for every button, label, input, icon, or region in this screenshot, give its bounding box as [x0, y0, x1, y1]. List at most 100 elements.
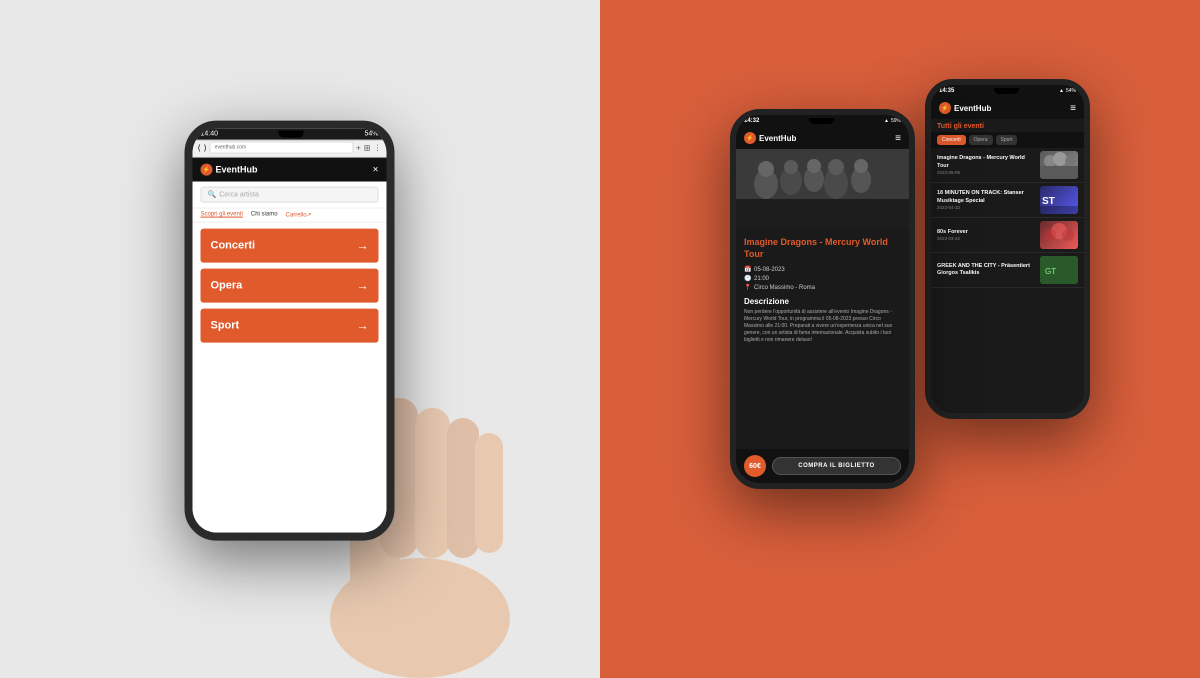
- thumb-svg-4: GT: [1040, 256, 1078, 284]
- hamburger-icon-back[interactable]: ≡: [1070, 103, 1076, 114]
- list-thumb-1: [1040, 151, 1078, 179]
- search-icon: 🔍: [208, 191, 217, 199]
- left-phone: 14:40 54% ⟨ ⟩ eventhub.com + ⊞ ⋮: [185, 121, 395, 541]
- list-date-2: 2023-04-32: [937, 205, 1036, 210]
- list-thumb-4: GT: [1040, 256, 1078, 284]
- front-notch: [809, 118, 834, 124]
- list-title-4: GREEK AND THE CITY - Präsentiert Giorgos…: [937, 263, 1036, 277]
- browser-menu[interactable]: ⋮: [374, 143, 382, 152]
- list-item-3[interactable]: 80s Forever 2023-03-22: [931, 218, 1084, 253]
- thumb-svg-2: ST: [1040, 186, 1078, 214]
- list-item-info-4: GREEK AND THE CITY - Präsentiert Giorgos…: [937, 263, 1036, 277]
- browser-tabs[interactable]: ⊞: [364, 143, 371, 152]
- price-badge: 60€: [744, 455, 766, 477]
- nav-link-events[interactable]: Scopri gli eventi: [201, 212, 243, 219]
- left-status-time: 14:40: [201, 131, 219, 138]
- browser-add[interactable]: +: [356, 143, 361, 152]
- back-app-name: EventHub: [954, 104, 991, 113]
- menu-item-concerti[interactable]: Concerti →: [201, 229, 379, 263]
- list-title-3: 80s Forever: [937, 229, 1036, 236]
- front-status-time: 14:32: [744, 118, 759, 124]
- buy-section: 60€ COMPRA IL BIGLIETTO: [736, 449, 909, 483]
- front-app-logo: ⚡ EventHub: [744, 132, 796, 144]
- meta-time: 🕐 21:00: [744, 275, 901, 282]
- event-time: 21:00: [754, 276, 769, 282]
- front-app-header: ⚡ EventHub ≡: [736, 127, 909, 149]
- menu-item-opera[interactable]: Opera →: [201, 269, 379, 303]
- front-status-bar: 14:32 ▲ 59%: [736, 115, 909, 127]
- back-status-time: 14:35: [939, 88, 954, 94]
- list-thumb-2: ST: [1040, 186, 1078, 214]
- back-app-logo: ⚡ EventHub: [939, 102, 991, 114]
- event-title-detail: Imagine Dragons - Mercury World Tour: [744, 237, 901, 260]
- menu-item-concerti-label: Concerti: [211, 240, 256, 252]
- list-title-2: 18 MINUTEN ON TRACK: Stanser Musiktage S…: [937, 190, 1036, 204]
- browser-bar: ⟨ ⟩ eventhub.com + ⊞ ⋮: [193, 139, 387, 158]
- front-status-icons: ▲ 59%: [884, 118, 901, 124]
- list-item-2[interactable]: 18 MINUTEN ON TRACK: Stanser Musiktage S…: [931, 183, 1084, 218]
- menu-item-opera-label: Opera: [211, 280, 243, 292]
- event-meta: 📅 05-08-2023 🕐 21:00 📍 Circo Massimo - R…: [744, 266, 901, 291]
- filter-opera[interactable]: Opera: [969, 135, 993, 145]
- nav-link-about[interactable]: Chi siamo: [251, 212, 278, 219]
- buy-button[interactable]: COMPRA IL BIGLIETTO: [772, 457, 901, 475]
- phones-container: 14:35 ▲ 54% ⚡ EventHub ≡ Tutti gli: [700, 49, 1100, 629]
- nav-link-cart[interactable]: Carrello↗: [286, 212, 312, 219]
- list-item-info-3: 80s Forever 2023-03-22: [937, 229, 1036, 241]
- battery-icon-back: 54%: [1066, 88, 1076, 94]
- detail-screen: 14:32 ▲ 59% ⚡ EventHub ≡: [736, 115, 909, 483]
- search-field[interactable]: 🔍 Cerca artista: [201, 187, 379, 203]
- list-item-4[interactable]: GREEK AND THE CITY - Präsentiert Giorgos…: [931, 253, 1084, 288]
- svg-text:GT: GT: [1045, 267, 1056, 276]
- section-title: Tutti gli eventi: [931, 119, 1084, 132]
- meta-location: 📍 Circo Massimo - Roma: [744, 284, 901, 291]
- list-item-info-2: 18 MINUTEN ON TRACK: Stanser Musiktage S…: [937, 190, 1036, 209]
- menu-item-sport-label: Sport: [211, 320, 240, 332]
- arrow-sport: →: [357, 319, 369, 333]
- thumb-svg-3: [1040, 221, 1078, 249]
- app-logo-left: ⚡ EventHub: [201, 164, 258, 176]
- list-item[interactable]: Imagine Dragons - Mercury World Tour 202…: [931, 148, 1084, 183]
- list-thumb-3: [1040, 221, 1078, 249]
- menu-items-container: Concerti → Opera → Sport →: [193, 223, 387, 533]
- phone-front: 14:32 ▲ 59% ⚡ EventHub ≡: [730, 109, 915, 489]
- wifi-icon-front: ▲: [884, 118, 889, 124]
- description-text: Non perdere l'opportunità di assistere a…: [744, 309, 901, 344]
- event-hero-image: [736, 149, 909, 229]
- location-icon: 📍: [744, 284, 751, 291]
- list-date-1: 2023-06-05: [937, 170, 1036, 175]
- left-section: 14:40 54% ⟨ ⟩ eventhub.com + ⊞ ⋮: [0, 0, 600, 678]
- arrow-opera: →: [357, 279, 369, 293]
- menu-item-sport[interactable]: Sport →: [201, 309, 379, 343]
- event-date: 05-08-2023: [754, 267, 785, 273]
- calendar-icon: 📅: [744, 266, 751, 273]
- front-app-name: EventHub: [759, 134, 796, 143]
- clock-icon: 🕐: [744, 275, 751, 282]
- left-battery: 54%: [364, 131, 378, 138]
- svg-text:ST: ST: [1042, 196, 1055, 207]
- back-notch: [994, 88, 1019, 94]
- event-list: Imagine Dragons - Mercury World Tour 202…: [931, 148, 1084, 288]
- back-status-bar: 14:35 ▲ 54%: [931, 85, 1084, 97]
- thumb-svg-1: [1040, 151, 1078, 179]
- browser-url: eventhub.com: [210, 142, 353, 154]
- right-section: 14:35 ▲ 54% ⚡ EventHub ≡ Tutti gli: [600, 0, 1200, 678]
- back-app-header: ⚡ EventHub ≡: [931, 97, 1084, 119]
- list-title-1: Imagine Dragons - Mercury World Tour: [937, 155, 1036, 169]
- close-button-left[interactable]: ×: [373, 164, 379, 175]
- wifi-icon: ▲: [1059, 88, 1064, 94]
- app-header-left: ⚡ EventHub ×: [193, 158, 387, 182]
- event-detail-section: Imagine Dragons - Mercury World Tour 📅 0…: [736, 229, 909, 449]
- filter-sport[interactable]: Sport: [996, 135, 1018, 145]
- description-title: Descrizione: [744, 297, 901, 306]
- back-status-icons: ▲ 54%: [1059, 88, 1076, 94]
- hamburger-icon-front[interactable]: ≡: [895, 133, 901, 144]
- app-name-left: EventHub: [216, 165, 258, 175]
- nav-links: Scopri gli eventi Chi siamo Carrello↗: [193, 209, 387, 223]
- meta-date: 📅 05-08-2023: [744, 266, 901, 273]
- search-placeholder: Cerca artista: [219, 191, 259, 198]
- front-logo-icon: ⚡: [744, 132, 756, 144]
- filter-concerti[interactable]: Concerti: [937, 135, 966, 145]
- list-screen: 14:35 ▲ 54% ⚡ EventHub ≡ Tutti gli: [931, 85, 1084, 413]
- list-date-3: 2023-03-22: [937, 236, 1036, 241]
